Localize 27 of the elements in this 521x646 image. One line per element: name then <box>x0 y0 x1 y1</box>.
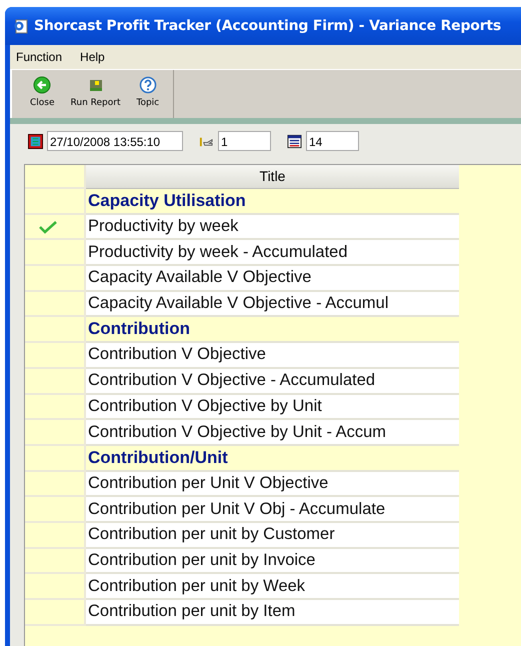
table-row[interactable]: Contribution per unit by Customer <box>86 522 459 549</box>
menu-item[interactable]: Help <box>78 50 107 64</box>
input-field[interactable]: 14 <box>306 131 359 151</box>
calendar-icon <box>287 134 302 148</box>
table-row[interactable]: Contribution per Unit V Obj - Accumulate <box>86 497 459 523</box>
toolbar-button[interactable]: Topic <box>130 72 166 118</box>
table-row[interactable]: Productivity by week - Accumulated <box>86 240 459 266</box>
table-row[interactable]: Contribution V Objective by Unit <box>86 394 459 420</box>
table-row[interactable]: Contribution per unit by Invoice <box>86 548 459 574</box>
table-row[interactable]: Contribution V Objective <box>86 343 459 369</box>
app-icon <box>13 18 29 34</box>
help-icon <box>138 76 157 94</box>
input-field[interactable]: 1 <box>218 131 271 151</box>
table-row[interactable]: Contribution per unit by Week <box>86 574 459 600</box>
table-row[interactable]: Contribution per Unit V Objective <box>86 472 459 498</box>
table-row[interactable]: Productivity by week <box>86 214 459 240</box>
menu-item[interactable]: Function <box>14 50 64 64</box>
table-row[interactable]: Capacity Available V Objective <box>86 266 459 292</box>
window-title: Shorcast Profit Tracker (Accounting Firm) - Variance Reports <box>34 18 502 34</box>
table-row[interactable]: Capacity Available V Objective - Accumul <box>86 292 459 318</box>
table-row[interactable]: Contribution V Objective - Accumulated <box>86 368 459 394</box>
table-row[interactable]: Contribution per unit by Item <box>86 600 459 626</box>
table-row[interactable]: Contribution V Objective by Unit - Accum <box>86 420 459 446</box>
toolbar-button[interactable]: Close <box>24 72 61 118</box>
column-header[interactable]: Title <box>86 165 459 189</box>
toolbar-button[interactable]: Run Report <box>64 72 126 118</box>
input-field[interactable]: 27/10/2008 13:55:10 <box>47 131 183 151</box>
